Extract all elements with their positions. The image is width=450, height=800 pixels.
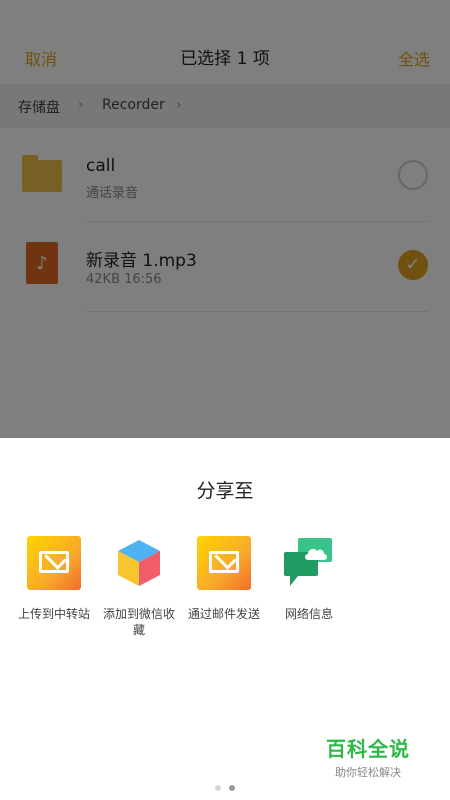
share-item-label: 上传到中转站 — [17, 607, 90, 621]
mail-icon — [197, 536, 251, 590]
watermark-logo: 百科全说 助你轻松解决 — [326, 733, 410, 780]
share-item-label: 网络信息 — [284, 607, 333, 621]
page-indicator — [0, 776, 450, 795]
share-upload-transfer[interactable]: 上传到中转站 — [14, 536, 94, 622]
mail-icon — [27, 536, 81, 590]
watermark-title: 百科全说 — [326, 737, 410, 761]
share-item-label: 添加到微信收藏 — [102, 607, 175, 637]
network-message-icon — [282, 536, 336, 590]
share-sheet: 分享至 上传到中转站 添加到微信收藏 通过邮件发送 网络信息 百科全说 助你轻松… — [0, 438, 450, 800]
share-email[interactable]: 通过邮件发送 — [184, 536, 264, 622]
page-dot-active — [229, 785, 235, 791]
page-dot — [215, 785, 221, 791]
share-network-message[interactable]: 网络信息 — [269, 536, 349, 622]
share-heading: 分享至 — [196, 480, 254, 502]
file-manager-background: 16:56 0.36 K/s ▯ ◷ ≋ ▮ 66 取消 已选择 1 项 全选 … — [0, 0, 450, 438]
share-item-label: 通过邮件发送 — [187, 607, 260, 621]
wechat-favorites-icon — [112, 536, 166, 590]
dim-overlay[interactable] — [0, 0, 450, 438]
share-wechat-favorites[interactable]: 添加到微信收藏 — [99, 536, 179, 638]
